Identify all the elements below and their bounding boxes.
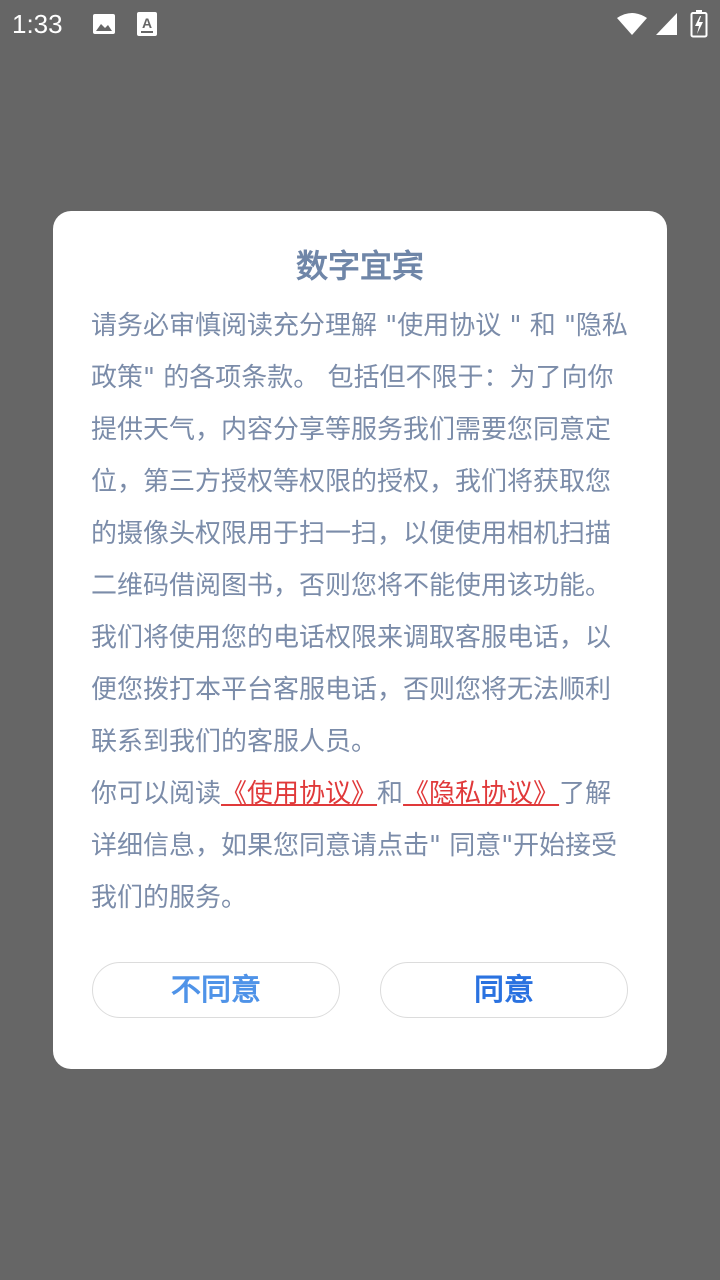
status-time: 1:33 — [12, 9, 63, 39]
image-icon — [93, 14, 115, 34]
dialog-body: 请务必审慎阅读充分理解 "使用协议 " 和 "隐私政策" 的各项条款。 包括但不… — [91, 300, 631, 924]
terms-paragraph: 请务必审慎阅读充分理解 "使用协议 " 和 "隐私政策" 的各项条款。 包括但不… — [91, 311, 628, 757]
svg-text:A: A — [142, 15, 152, 31]
wifi-icon — [617, 13, 647, 35]
read-agreements-paragraph: 你可以阅读《使用协议》和《隐私协议》了解详细信息，如果您同意请点击" 同意"开始… — [91, 768, 631, 924]
status-bar: 1:33 A — [0, 0, 720, 48]
agree-button[interactable]: 同意 — [380, 962, 628, 1018]
and-text: 和 — [377, 779, 404, 809]
battery-charging-icon — [690, 10, 708, 38]
signal-icon — [656, 13, 677, 35]
read-prefix-text: 你可以阅读 — [91, 779, 222, 809]
usage-agreement-link[interactable]: 《使用协议》 — [221, 779, 377, 809]
disagree-button[interactable]: 不同意 — [92, 962, 340, 1018]
a-text-icon: A — [137, 12, 157, 36]
privacy-agreement-link[interactable]: 《隐私协议》 — [403, 779, 559, 809]
dialog-title: 数字宜宾 — [295, 247, 424, 285]
